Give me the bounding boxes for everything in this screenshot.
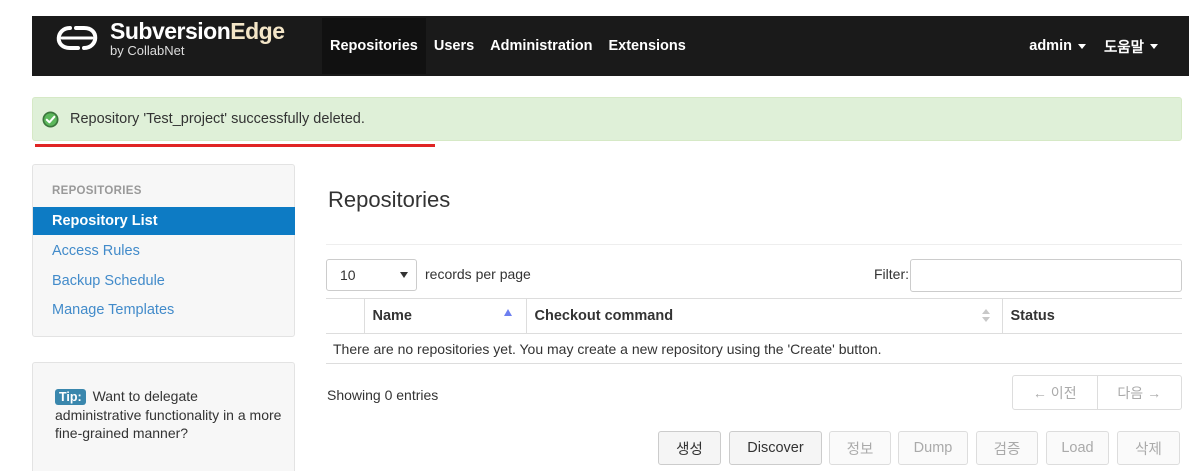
column-status-header[interactable]: Status — [1001, 298, 1182, 334]
dump-button[interactable]: Dump — [898, 431, 968, 465]
sidebar-nav: REPOSITORIES Repository List Access Rule… — [32, 164, 295, 337]
highlight-underline — [35, 144, 435, 147]
alert-message: Repository 'Test_project' successfully d… — [70, 111, 365, 127]
repositories-table: Name Checkout command Status There are n… — [326, 298, 1182, 364]
table-header-row: Name Checkout command Status — [326, 298, 1182, 334]
brand-text: SubversionEdge by CollabNet — [110, 17, 285, 58]
next-page-button[interactable]: 다음 → — [1096, 376, 1182, 409]
help-menu-label: 도움말 — [1103, 39, 1144, 56]
table-row: There are no repositories yet. You may c… — [326, 333, 1182, 364]
info-button[interactable]: 정보 — [829, 431, 891, 465]
dropdown-arrow-icon — [400, 272, 408, 278]
filter-label: Filter: — [874, 266, 909, 282]
help-menu-dropdown[interactable]: 도움말 — [1095, 18, 1167, 74]
filter-input[interactable] — [910, 259, 1182, 292]
nav-users[interactable]: Users — [426, 18, 482, 74]
sidebar-header: REPOSITORIES — [52, 185, 142, 197]
main-nav: Repositories Users Administration Extens… — [322, 18, 694, 74]
tip-message: Want to delegate administrative function… — [55, 388, 282, 441]
tip-badge: Tip: — [55, 389, 86, 405]
tip-text: Tip: Want to delegate administrative fun… — [55, 387, 285, 442]
caret-down-icon — [1150, 43, 1158, 49]
nav-repositories[interactable]: Repositories — [322, 18, 426, 74]
brand-name: SubversionEdge — [110, 17, 285, 44]
subversion-logo-icon — [56, 26, 98, 50]
column-checkout-label: Checkout command — [534, 308, 674, 324]
brand-byline: by CollabNet — [110, 42, 185, 58]
sort-icon — [981, 309, 990, 323]
user-menu-dropdown[interactable]: admin — [1020, 18, 1095, 74]
delete-button[interactable]: 삭제 — [1117, 431, 1180, 465]
success-alert: Repository 'Test_project' successfully d… — [32, 97, 1182, 141]
nav-administration[interactable]: Administration — [482, 18, 600, 74]
records-per-page-select[interactable]: 10 — [326, 259, 417, 291]
records-per-page-label: records per page — [425, 266, 531, 282]
brand[interactable]: SubversionEdge by CollabNet — [48, 18, 285, 58]
tip-box: Tip: Want to delegate administrative fun… — [32, 362, 295, 471]
column-select-header[interactable] — [326, 298, 364, 334]
top-navbar: SubversionEdge by CollabNet Repositories… — [0, 0, 1189, 76]
sidebar-item-manage-templates[interactable]: Manage Templates — [33, 296, 295, 324]
empty-table-message: There are no repositories yet. You may c… — [326, 333, 1182, 364]
sidebar-item-access-rules[interactable]: Access Rules — [33, 237, 295, 265]
create-button[interactable]: 생성 — [658, 431, 721, 465]
load-button[interactable]: Load — [1046, 431, 1109, 465]
column-name-label: Name — [372, 308, 413, 324]
discover-button[interactable]: Discover — [729, 431, 822, 465]
sidebar-item-repository-list[interactable]: Repository List — [33, 207, 295, 235]
column-name-header[interactable]: Name — [363, 298, 526, 334]
sidebar-item-backup-schedule[interactable]: Backup Schedule — [33, 267, 295, 295]
verify-button[interactable]: 검증 — [976, 431, 1038, 465]
sort-ascending-icon — [503, 309, 512, 316]
caret-down-icon — [1077, 43, 1086, 49]
title-divider — [326, 244, 1182, 245]
nav-extensions[interactable]: Extensions — [600, 18, 693, 74]
pagination: ← 이전 다음 → — [1012, 375, 1182, 410]
entries-info: Showing 0 entries — [327, 387, 439, 403]
check-circle-icon — [42, 111, 59, 127]
records-per-page-value: 10 — [340, 267, 356, 283]
page-title: Repositories — [328, 187, 451, 212]
column-checkout-header[interactable]: Checkout command — [525, 298, 1002, 334]
user-nav: admin 도움말 — [1020, 18, 1167, 74]
user-menu-label: admin — [1029, 38, 1072, 54]
previous-page-button[interactable]: ← 이전 — [1013, 376, 1097, 409]
